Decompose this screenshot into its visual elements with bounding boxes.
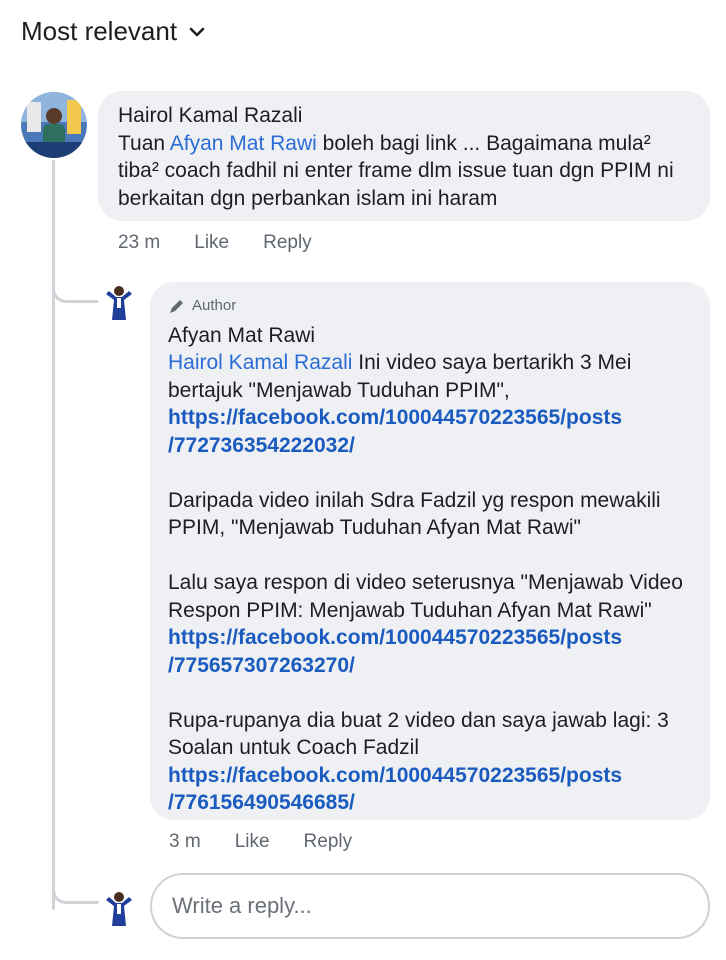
post-link-line: /775657307263270/ <box>168 653 355 677</box>
profile-photo <box>21 92 87 158</box>
profile-photo <box>98 886 140 928</box>
post-link-line: /776156490546685/ <box>168 791 355 814</box>
reply-paragraph: Daripada video inilah Sdra Fadzil yg res… <box>168 488 661 540</box>
profile-photo <box>98 280 140 322</box>
reply-button[interactable]: Reply <box>304 831 353 853</box>
like-button[interactable]: Like <box>235 831 270 853</box>
reply-paragraph: Hairol Kamal Razali Ini video saya berta… <box>168 349 692 404</box>
post-link-line: https://facebook.com/100044570223565/pos… <box>168 763 623 787</box>
avatar <box>98 886 140 928</box>
like-button[interactable]: Like <box>194 232 229 254</box>
author-badge-label: Author <box>192 297 237 314</box>
thread-line <box>52 160 55 910</box>
reply-actions: 3 m Like Reply <box>169 831 352 853</box>
thread-branch <box>52 875 99 904</box>
pencil-icon <box>170 299 183 313</box>
post-link[interactable]: https://facebook.com/100044570223565/pos… <box>168 762 692 817</box>
post-link[interactable]: https://facebook.com/100044570223565/pos… <box>168 404 692 459</box>
post-link[interactable]: https://facebook.com/100044570223565/pos… <box>168 624 692 679</box>
post-link-line: https://facebook.com/100044570223565/pos… <box>168 406 623 429</box>
reply-paragraph: Lalu saya respon di video seterusnya "Me… <box>168 571 683 622</box>
author-badge: Author <box>168 292 692 320</box>
reply-bubble: Author Afyan Mat Rawi Hairol Kamal Razal… <box>150 282 710 820</box>
comment-text-prefix: Tuan <box>118 131 170 155</box>
avatar[interactable] <box>98 280 140 322</box>
reply-time: 3 m <box>169 831 201 852</box>
reply-author[interactable]: Afyan Mat Rawi <box>168 322 692 350</box>
post-link-line: /772736354222032/ <box>168 433 355 457</box>
post-link-line: https://facebook.com/100044570223565/pos… <box>168 626 623 649</box>
reply-button[interactable]: Reply <box>263 232 312 254</box>
sort-label: Most relevant <box>21 16 178 46</box>
reply-input[interactable]: Write a reply... <box>150 873 710 939</box>
reply-paragraph: Rupa-rupanya dia buat 2 video dan saya j… <box>168 708 669 760</box>
comment-time: 23 m <box>118 232 161 253</box>
comment-bubble: Hairol Kamal Razali Tuan Afyan Mat Rawi … <box>98 91 710 221</box>
avatar[interactable] <box>21 92 87 158</box>
mention-link[interactable]: Afyan Mat Rawi <box>170 132 317 155</box>
reply-input-placeholder: Write a reply... <box>172 893 312 918</box>
comment-author[interactable]: Hairol Kamal Razali <box>118 102 690 130</box>
comment-text: Tuan Afyan Mat Rawi boleh bagi link ... … <box>118 130 690 213</box>
chevron-down-icon <box>189 27 205 36</box>
sort-dropdown[interactable]: Most relevant <box>21 16 205 47</box>
thread-branch <box>52 274 99 303</box>
mention-link[interactable]: Hairol Kamal Razali <box>168 351 352 374</box>
comment-actions: 23 m Like Reply <box>118 232 312 254</box>
